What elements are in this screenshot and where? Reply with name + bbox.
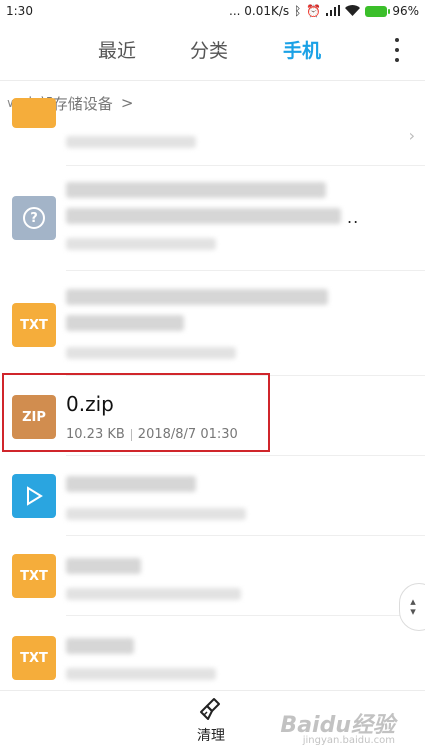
blurred-name — [66, 208, 341, 224]
signal-icon — [326, 4, 341, 18]
txt-file-icon: TXT — [12, 303, 56, 347]
tab-phone[interactable]: 手机 — [283, 36, 321, 63]
blurred-name — [66, 558, 141, 574]
network-speed: ... 0.01K/s — [229, 4, 290, 18]
blurred-meta — [66, 136, 196, 148]
chevron-right-icon: > — [120, 94, 134, 112]
list-item[interactable]: TXT — [0, 616, 425, 690]
name-truncation: .. — [347, 208, 360, 227]
list-item[interactable] — [0, 456, 425, 536]
txt-file-icon: TXT — [12, 554, 56, 598]
bottom-bar: 清理 Baidu经验 jingyan.baidu.com — [0, 690, 425, 756]
video-file-icon — [12, 474, 56, 518]
battery-percent: 96% — [392, 4, 419, 18]
list-item[interactable] — [0, 98, 425, 166]
status-icons: ... 0.01K/s ᛒ ⏰ 96% — [229, 4, 419, 18]
status-bar: 1:30 ... 0.01K/s ᛒ ⏰ 96% — [0, 0, 425, 22]
blurred-meta — [66, 347, 236, 359]
blurred-meta — [66, 508, 246, 520]
clean-label: 清理 — [197, 728, 225, 744]
list-item[interactable]: TXT — [0, 271, 425, 376]
highlight-box — [2, 373, 270, 452]
alarm-icon: ⏰ — [306, 4, 322, 18]
status-time: 1:30 — [6, 4, 33, 18]
list-item[interactable]: TXT — [0, 536, 425, 616]
scroll-arrows-icon: ▴ ▾ — [410, 595, 416, 618]
chevron-right-icon: › — [408, 126, 415, 145]
more-options-icon[interactable] — [391, 38, 403, 62]
wifi-icon — [345, 4, 361, 18]
blurred-meta — [66, 588, 241, 600]
unknown-file-icon: ? — [12, 196, 56, 240]
blurred-meta — [66, 668, 216, 680]
clean-button[interactable]: 清理 — [188, 697, 234, 751]
battery-icon — [365, 5, 391, 17]
folder-icon — [12, 98, 56, 128]
tab-recent[interactable]: 最近 — [98, 36, 136, 63]
tab-category[interactable]: 分类 — [190, 36, 228, 63]
blurred-name — [66, 289, 328, 305]
bluetooth-icon: ᛒ — [294, 4, 302, 18]
blurred-name — [66, 476, 196, 492]
fast-scroll-handle[interactable]: ▴ ▾ — [399, 583, 425, 631]
blurred-name — [66, 638, 134, 654]
blurred-meta — [66, 238, 216, 250]
txt-file-icon: TXT — [12, 636, 56, 680]
blurred-name — [66, 315, 184, 331]
tab-bar: 最近 分类 手机 — [0, 22, 425, 78]
broom-icon — [200, 698, 220, 720]
blurred-name — [66, 182, 326, 198]
header-divider — [0, 80, 425, 81]
list-item[interactable]: ? — [0, 166, 425, 271]
baidu-watermark-url: jingyan.baidu.com — [302, 735, 395, 746]
